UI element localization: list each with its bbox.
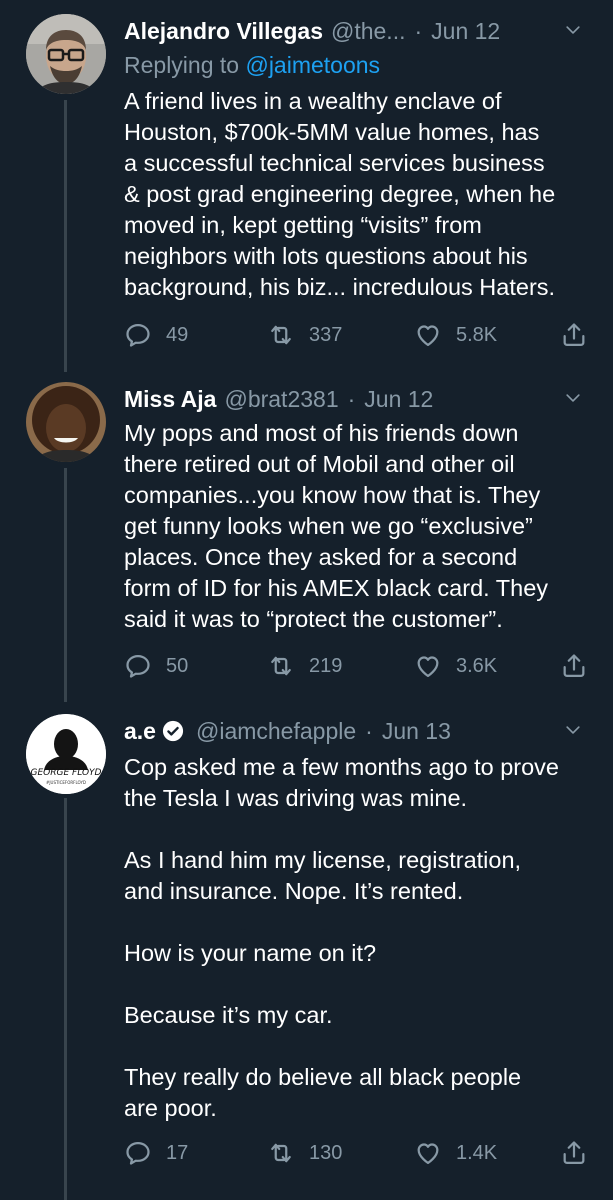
reply-button[interactable]: 49 <box>124 318 188 352</box>
display-name[interactable]: a.e <box>124 718 156 745</box>
tweet-header: Alejandro Villegas @the... · Jun 12 <box>124 14 583 48</box>
reply-count: 17 <box>166 1141 189 1164</box>
avatar-miss-aja[interactable] <box>26 382 106 462</box>
share-icon <box>560 1139 588 1167</box>
like-icon <box>414 321 442 349</box>
replying-to: Replying to @jaimetoons <box>124 52 380 79</box>
replying-to-label: Replying to <box>124 52 240 78</box>
retweet-count: 337 <box>309 323 343 346</box>
avatar-photo-icon <box>26 382 106 462</box>
reply-icon <box>124 1139 152 1167</box>
tweet-alejandro[interactable]: Alejandro Villegas @the... · Jun 12 Repl… <box>0 0 613 372</box>
retweet-icon <box>267 321 295 349</box>
retweet-icon <box>267 652 295 680</box>
tweet-date[interactable]: Jun 13 <box>382 718 451 745</box>
tweet-miss-aja[interactable]: Miss Aja @brat2381 · Jun 12 My pops and … <box>0 372 613 702</box>
reply-icon <box>124 652 152 680</box>
like-icon <box>414 1139 442 1167</box>
share-button[interactable] <box>560 318 602 352</box>
avatar-photo-icon <box>26 14 106 94</box>
retweet-count: 130 <box>309 1141 343 1164</box>
separator-dot: · <box>365 717 373 744</box>
reply-button[interactable]: 50 <box>124 649 188 683</box>
tweet-text: My pops and most of his friends down the… <box>124 420 549 632</box>
chevron-down-icon[interactable] <box>563 20 583 40</box>
tweet-date[interactable]: Jun 12 <box>364 386 433 413</box>
display-name[interactable]: Alejandro Villegas <box>124 18 323 45</box>
avatar-alejandro[interactable] <box>26 14 106 94</box>
tweet-actions: 50 219 3.6K <box>124 649 590 683</box>
share-icon <box>560 652 588 680</box>
thread-line <box>64 468 67 702</box>
tweet-actions: 17 130 1.4K <box>124 1136 590 1170</box>
tweet-header: a.e @iamchefapple · Jun 13 <box>124 714 583 748</box>
tweet-header: Miss Aja @brat2381 · Jun 12 <box>124 382 583 416</box>
reply-count: 50 <box>166 654 189 677</box>
thread-line <box>64 798 67 1200</box>
separator-dot: · <box>414 17 423 44</box>
like-icon <box>414 652 442 680</box>
user-handle[interactable]: @brat2381 <box>224 386 338 413</box>
like-button[interactable]: 3.6K <box>414 649 497 683</box>
user-handle[interactable]: @the... <box>331 18 406 45</box>
tweet-text: A friend lives in a wealthy enclave of H… <box>124 88 556 300</box>
avatar-caption: GEORGE FLOYD <box>30 768 102 778</box>
retweet-button[interactable]: 337 <box>267 318 342 352</box>
share-button[interactable] <box>560 1136 602 1170</box>
like-button[interactable]: 5.8K <box>414 318 497 352</box>
user-handle[interactable]: @iamchefapple <box>196 718 356 745</box>
reply-icon <box>124 321 152 349</box>
avatar-ae[interactable]: GEORGE FLOYD #JUSTICEFORFLOYD <box>26 714 106 794</box>
like-count: 3.6K <box>456 654 498 677</box>
retweet-button[interactable]: 219 <box>267 649 342 683</box>
replying-to-handle[interactable]: @jaimetoons <box>245 52 380 78</box>
reply-button[interactable]: 17 <box>124 1136 188 1170</box>
share-icon <box>560 321 588 349</box>
retweet-count: 219 <box>309 654 343 677</box>
chevron-down-icon[interactable] <box>563 720 583 740</box>
thread-line <box>64 100 67 372</box>
retweet-button[interactable]: 130 <box>267 1136 342 1170</box>
tweet-ae[interactable]: GEORGE FLOYD #JUSTICEFORFLOYD a.e @iamch… <box>0 702 613 1200</box>
tweet-actions: 49 337 5.8K <box>124 318 590 352</box>
tweet-date[interactable]: Jun 12 <box>431 18 500 45</box>
display-name[interactable]: Miss Aja <box>124 386 216 413</box>
verified-badge-icon <box>162 720 184 742</box>
chevron-down-icon[interactable] <box>563 388 583 408</box>
retweet-icon <box>267 1139 295 1167</box>
tweet-text: Cop asked me a few months ago to prove t… <box>124 754 559 1121</box>
reply-count: 49 <box>166 323 189 346</box>
like-count: 1.4K <box>456 1141 498 1164</box>
like-button[interactable]: 1.4K <box>414 1136 497 1170</box>
separator-dot: · <box>347 385 356 412</box>
like-count: 5.8K <box>456 323 498 346</box>
avatar-hashtag: #JUSTICEFORFLOYD <box>45 780 86 785</box>
share-button[interactable] <box>560 649 602 683</box>
